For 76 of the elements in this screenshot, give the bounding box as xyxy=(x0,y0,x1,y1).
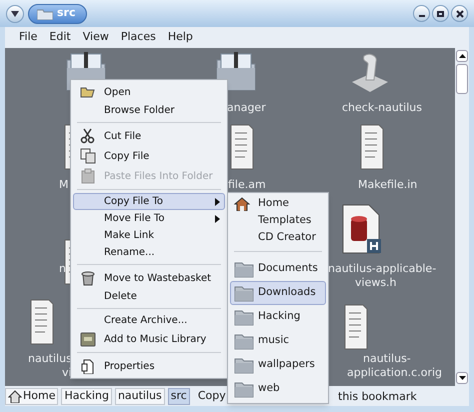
path-button[interactable]: Hacking xyxy=(61,388,112,404)
submenu-arrow-icon xyxy=(215,214,220,222)
close-button[interactable] xyxy=(451,5,468,22)
trash-can-icon xyxy=(80,270,96,286)
folder-icon xyxy=(234,260,254,278)
file-label: nautilus- xyxy=(363,351,411,367)
house-icon xyxy=(8,390,22,402)
file-label: check-nautilus xyxy=(342,100,422,116)
minimize-button[interactable] xyxy=(413,5,430,22)
scroll-down-icon[interactable] xyxy=(458,376,466,380)
menu-item[interactable]: Browse Folder xyxy=(73,102,225,119)
clipboard-icon xyxy=(80,168,96,184)
menu-item[interactable]: Move File To xyxy=(73,210,225,227)
menu-item[interactable]: Places xyxy=(116,29,160,46)
menu-item[interactable]: Move to Wastebasket xyxy=(73,268,225,288)
menu-item[interactable]: Copy File xyxy=(73,146,225,166)
menu-item[interactable]: Rename... xyxy=(73,244,225,261)
folder-icon xyxy=(234,380,254,398)
window-menu-button[interactable] xyxy=(6,4,24,22)
document-icon xyxy=(229,123,255,171)
menu-item[interactable]: music xyxy=(230,329,326,353)
caret-icon xyxy=(11,10,19,16)
file-label: Makefile.in xyxy=(358,177,418,193)
menu-item[interactable]: Home xyxy=(230,195,326,212)
path-button[interactable]: Home xyxy=(5,388,58,404)
menu-item[interactable]: Templates xyxy=(230,212,326,229)
menu-item[interactable]: Open xyxy=(73,82,225,102)
document-icon xyxy=(29,298,55,346)
path-button[interactable]: src xyxy=(168,388,190,404)
file-label: file.am xyxy=(228,177,266,193)
menu-item[interactable]: CD Creator xyxy=(230,229,326,246)
menu-item[interactable]: Edit xyxy=(45,29,75,46)
menu-item[interactable]: Make Link xyxy=(73,227,225,244)
music-library-icon xyxy=(80,331,96,347)
file-label: nautilus xyxy=(28,351,72,367)
menu-item[interactable]: Documents xyxy=(230,257,326,281)
folder-icon xyxy=(234,308,254,326)
properties-icon xyxy=(80,358,96,374)
window-title: src xyxy=(57,5,76,22)
file-label: views.h xyxy=(355,275,397,291)
menu-item[interactable]: Hacking xyxy=(230,305,326,329)
house-icon xyxy=(234,196,250,210)
scrollbar-thumb[interactable] xyxy=(456,64,468,94)
menu-item[interactable]: Create Archive... xyxy=(73,312,225,329)
menu-item[interactable]: Properties xyxy=(73,356,225,376)
copy-icon xyxy=(80,148,96,164)
status-text: this bookmark xyxy=(338,389,417,405)
menu-item[interactable]: File xyxy=(15,29,42,46)
file-label: anager xyxy=(227,100,266,116)
menu-item[interactable]: View xyxy=(78,29,113,46)
scrollbar[interactable] xyxy=(455,48,469,386)
folder-icon xyxy=(234,284,254,302)
file-label: n xyxy=(59,261,66,277)
scroll-up-icon[interactable] xyxy=(458,54,466,58)
maximize-button[interactable] xyxy=(432,5,449,22)
status-text: Copy xyxy=(198,388,226,404)
document-icon xyxy=(359,123,385,171)
document-icon xyxy=(343,303,369,351)
scissors-icon xyxy=(80,128,96,144)
folder-icon xyxy=(234,356,254,374)
menu-item[interactable]: Cut File xyxy=(73,126,225,146)
menu-item[interactable]: wallpapers xyxy=(230,353,326,377)
menu-item[interactable]: Copy File To xyxy=(73,193,225,210)
submenu-arrow-icon xyxy=(215,198,220,206)
menu-item[interactable]: Delete xyxy=(73,288,225,305)
menu-item[interactable]: Help xyxy=(164,29,197,46)
folder-icon xyxy=(37,8,53,20)
menu-item[interactable]: web xyxy=(230,377,326,401)
path-button[interactable]: nautilus xyxy=(114,388,165,404)
folder-icon xyxy=(234,332,254,350)
file-label: M xyxy=(59,177,68,193)
file-label: application.c.orig xyxy=(347,365,442,381)
close-icon xyxy=(456,10,464,18)
menu-item[interactable]: Downloads xyxy=(230,281,326,305)
file-label: nautilus-applicable- xyxy=(328,261,436,277)
menu-item[interactable]: Add to Music Library xyxy=(73,329,225,349)
